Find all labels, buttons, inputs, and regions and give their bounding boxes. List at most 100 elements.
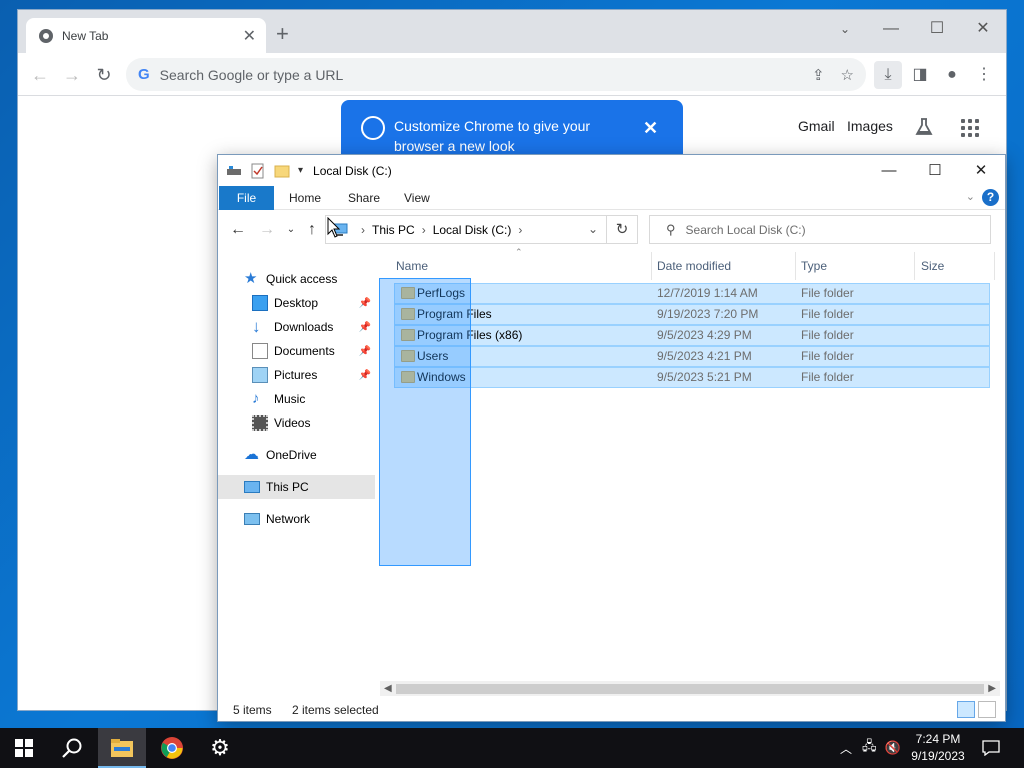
column-header-size[interactable]: Size bbox=[915, 252, 995, 280]
taskbar-clock[interactable]: 7:24 PM 9/19/2023 bbox=[903, 731, 973, 765]
minimize-button[interactable]: — bbox=[868, 15, 914, 43]
taskbar-search-button[interactable] bbox=[48, 728, 96, 768]
promo-close-icon[interactable]: ✕ bbox=[643, 118, 658, 139]
clock-date: 9/19/2023 bbox=[911, 749, 965, 763]
breadcrumb-local-disk[interactable]: Local Disk (C:) bbox=[433, 223, 512, 237]
menu-kebab-icon[interactable]: ⋮ bbox=[970, 61, 998, 89]
file-row[interactable]: Program Files (x86) 9/5/2023 4:29 PM Fil… bbox=[394, 325, 990, 346]
search-placeholder[interactable]: Search Local Disk (C:) bbox=[686, 223, 806, 237]
quick-access-toolbar: ▾ bbox=[218, 163, 303, 179]
explorer-forward-icon[interactable]: → bbox=[256, 219, 278, 241]
action-center-icon[interactable] bbox=[982, 728, 1000, 768]
explorer-maximize-button[interactable]: ☐ bbox=[912, 155, 958, 186]
start-button[interactable] bbox=[0, 728, 48, 768]
customize-qat-chevron-icon[interactable]: ▾ bbox=[298, 165, 303, 176]
file-date: 9/5/2023 4:29 PM bbox=[657, 328, 752, 342]
breadcrumb-this-pc[interactable]: This PC bbox=[372, 223, 415, 237]
file-list: ⌃ Name Date modified Type Size PerfLogs … bbox=[380, 247, 995, 682]
close-button[interactable]: ✕ bbox=[960, 15, 1006, 43]
column-header-type[interactable]: Type bbox=[795, 252, 915, 280]
pictures-icon bbox=[252, 367, 268, 383]
volume-muted-icon[interactable]: 🔇 bbox=[885, 740, 901, 756]
nav-network[interactable]: Network bbox=[218, 507, 375, 531]
file-row[interactable]: Users 9/5/2023 4:21 PM File folder bbox=[394, 346, 990, 367]
bookmark-star-icon[interactable]: ☆ bbox=[841, 66, 854, 84]
gear-icon: ⚙ bbox=[210, 735, 230, 760]
help-icon[interactable]: ? bbox=[982, 189, 999, 206]
taskbar-chrome[interactable] bbox=[148, 728, 196, 768]
file-row[interactable]: Windows 9/5/2023 5:21 PM File folder bbox=[394, 367, 990, 388]
breadcrumb-separator-icon: › bbox=[361, 222, 365, 237]
promo-text: Customize Chrome to give your browser a … bbox=[394, 118, 591, 154]
nav-this-pc[interactable]: This PC bbox=[218, 475, 375, 499]
tab-close-icon[interactable]: ✕ bbox=[243, 26, 256, 46]
file-row[interactable]: Program Files 9/19/2023 7:20 PM File fol… bbox=[394, 304, 990, 325]
nav-onedrive[interactable]: ☁ OneDrive bbox=[218, 443, 375, 467]
tab-search-icon[interactable]: ⌄ bbox=[822, 15, 868, 43]
large-icons-view-icon[interactable] bbox=[978, 701, 996, 718]
column-header-date-modified[interactable]: Date modified bbox=[651, 252, 796, 280]
breadcrumb-separator-icon[interactable]: › bbox=[518, 223, 522, 237]
file-type: File folder bbox=[801, 328, 854, 342]
explorer-close-button[interactable]: ✕ bbox=[958, 155, 1004, 186]
file-row[interactable]: PerfLogs 12/7/2019 1:14 AM File folder bbox=[394, 283, 990, 304]
profile-avatar-icon[interactable]: ● bbox=[938, 61, 966, 89]
up-folder-icon[interactable]: ↑ bbox=[301, 219, 323, 241]
show-hidden-icons-chevron-icon[interactable]: ︿ bbox=[840, 740, 852, 757]
omnibox[interactable]: G Search Google or type a URL ⇪ ☆ bbox=[126, 58, 866, 91]
ribbon-tab-view[interactable]: View bbox=[390, 186, 444, 210]
images-link[interactable]: Images bbox=[847, 118, 893, 134]
nav-quick-access[interactable]: ★ Quick access bbox=[218, 267, 375, 291]
new-tab-button[interactable]: + bbox=[276, 23, 289, 45]
taskbar-settings[interactable]: ⚙ bbox=[196, 728, 244, 768]
reload-icon[interactable]: ↻ bbox=[90, 61, 118, 89]
new-folder-icon[interactable] bbox=[274, 163, 290, 179]
window-title: Local Disk (C:) bbox=[313, 163, 392, 178]
nav-desktop[interactable]: Desktop 📌 bbox=[218, 291, 375, 315]
nav-pictures[interactable]: Pictures 📌 bbox=[218, 363, 375, 387]
file-explorer-window: ▾ Local Disk (C:) — ☐ ✕ File Home Share … bbox=[218, 155, 1005, 721]
nav-videos[interactable]: Videos bbox=[218, 411, 375, 435]
nav-documents[interactable]: Documents 📌 bbox=[218, 339, 375, 363]
nav-downloads[interactable]: ↓ Downloads 📌 bbox=[218, 315, 375, 339]
ribbon-tab-file[interactable]: File bbox=[219, 186, 274, 210]
taskbar-file-explorer[interactable] bbox=[98, 728, 146, 768]
scrollbar-thumb[interactable] bbox=[396, 684, 984, 694]
ribbon-tab-home[interactable]: Home bbox=[275, 186, 335, 210]
scroll-left-icon[interactable]: ◀ bbox=[384, 681, 392, 696]
scroll-right-icon[interactable]: ▶ bbox=[988, 681, 996, 696]
gmail-link[interactable]: Gmail bbox=[798, 118, 835, 134]
column-header-name[interactable]: Name bbox=[390, 252, 652, 280]
file-type: File folder bbox=[801, 349, 854, 363]
side-panel-icon[interactable]: ◨ bbox=[906, 61, 934, 89]
search-box[interactable]: ⚲ Search Local Disk (C:) bbox=[649, 215, 991, 244]
tab-new-tab[interactable]: New Tab ✕ bbox=[26, 18, 266, 53]
address-dropdown-icon[interactable]: ⌄ bbox=[588, 222, 598, 236]
details-view-icon[interactable] bbox=[957, 701, 975, 718]
back-icon[interactable]: ← bbox=[26, 61, 54, 89]
explorer-back-icon[interactable]: ← bbox=[227, 219, 249, 241]
star-icon: ★ bbox=[244, 270, 258, 287]
properties-icon[interactable] bbox=[250, 163, 266, 179]
address-bar[interactable]: › This PC › Local Disk (C:) › ⌄ bbox=[325, 215, 607, 244]
horizontal-scrollbar[interactable]: ◀ ▶ bbox=[380, 681, 1000, 696]
network-status-icon[interactable]: 🖧 bbox=[862, 737, 877, 759]
search-icon bbox=[62, 738, 82, 758]
expand-ribbon-icon[interactable]: ⌄ bbox=[966, 190, 975, 203]
lightbulb-icon bbox=[361, 116, 385, 140]
explorer-minimize-button[interactable]: — bbox=[866, 155, 912, 186]
file-type: File folder bbox=[801, 307, 854, 321]
labs-flask-icon[interactable] bbox=[914, 117, 934, 137]
download-icon[interactable]: ⤓ bbox=[874, 61, 902, 89]
nav-music[interactable]: ♪ Music bbox=[218, 387, 375, 411]
refresh-icon[interactable]: ↻ bbox=[607, 215, 638, 244]
forward-icon[interactable]: → bbox=[58, 61, 86, 89]
recent-locations-icon[interactable]: ⌄ bbox=[280, 219, 302, 241]
share-icon[interactable]: ⇪ bbox=[812, 66, 825, 84]
maximize-button[interactable]: ☐ bbox=[914, 15, 960, 43]
omnibox-placeholder[interactable]: Search Google or type a URL bbox=[160, 67, 796, 83]
ribbon-tab-share[interactable]: Share bbox=[334, 186, 394, 210]
google-apps-icon[interactable] bbox=[961, 119, 979, 137]
ribbon-tabs: File Home Share View ⌄ ? bbox=[218, 186, 1005, 210]
drive-icon bbox=[227, 165, 241, 175]
